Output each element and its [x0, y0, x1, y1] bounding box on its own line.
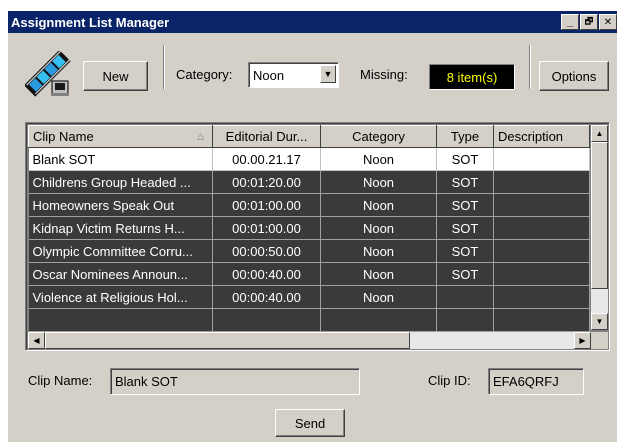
table-cell-duration: 00:00:40.00: [212, 262, 321, 286]
film-strip-icon: [23, 49, 71, 97]
table-cell-category: Noon: [320, 147, 437, 171]
sort-ascending-icon: △: [197, 131, 204, 141]
empty-cell: [493, 308, 590, 332]
table-cell-type: [436, 285, 494, 309]
clip-name-value: Blank SOT: [115, 374, 178, 389]
window-title: Assignment List Manager: [11, 14, 170, 30]
table-cell-description: [493, 147, 590, 171]
table-row[interactable]: Homeowners Speak Out 00:01:00.00 Noon SOT: [28, 193, 590, 217]
table-cell-duration: 00:00:40.00: [212, 285, 321, 309]
scroll-left-icon[interactable]: ◀: [28, 332, 45, 349]
clip-name-field[interactable]: Blank SOT: [110, 368, 360, 395]
table-row[interactable]: Oscar Nominees Announ... 00:00:40.00 Noon S…: [28, 262, 590, 286]
table-cell-name: Olympic Committee Corru...: [28, 239, 213, 263]
table-cell-type: SOT: [436, 239, 494, 263]
table-cell-type: SOT: [436, 216, 494, 240]
toolbar-separator: [163, 45, 165, 89]
category-dropdown[interactable]: Noon ▼: [248, 62, 339, 88]
column-header-editorial-duration[interactable]: Editorial Dur...: [212, 125, 321, 148]
table-cell-description: [493, 193, 590, 217]
dropdown-arrow-icon[interactable]: ▼: [320, 65, 336, 83]
table-cell-description: [493, 239, 590, 263]
category-dropdown-value: Noon: [253, 68, 285, 83]
table-row[interactable]: Kidnap Victim Returns H... 00:01:00.00 Noo…: [28, 216, 590, 240]
empty-cell: [436, 308, 494, 332]
horizontal-scroll-thumb[interactable]: [45, 332, 410, 349]
category-label: Category:: [176, 67, 233, 82]
clip-id-label: Clip ID:: [428, 373, 471, 388]
missing-label: Missing:: [360, 67, 408, 82]
new-button[interactable]: New: [83, 61, 148, 91]
table-cell-category: Noon: [320, 239, 437, 263]
table-cell-duration: 00:01:20.00: [212, 170, 321, 194]
empty-row: [28, 308, 590, 332]
table-row[interactable]: Olympic Committee Corru... 00:00:50.00 Noo…: [28, 239, 590, 263]
table-row[interactable]: Blank SOT 00.00.21.17 Noon SOT: [28, 147, 590, 171]
table-cell-duration: 00:00:50.00: [212, 239, 321, 263]
vertical-scrollbar[interactable]: ▲ ▼: [591, 125, 608, 330]
table-cell-type: SOT: [436, 170, 494, 194]
header-row: Clip Name △ Editorial Dur... Category Ty…: [28, 125, 590, 148]
empty-cell: [28, 308, 213, 332]
column-header-description[interactable]: Description: [493, 125, 590, 148]
column-header-category[interactable]: Category: [320, 125, 437, 148]
missing-count-display: 8 item(s): [429, 64, 515, 90]
table-cell-description: [493, 216, 590, 240]
options-button[interactable]: Options: [539, 61, 609, 91]
empty-cell: [320, 308, 437, 332]
scroll-right-icon[interactable]: ▶: [574, 332, 591, 349]
scroll-up-icon[interactable]: ▲: [591, 125, 608, 142]
column-header-type[interactable]: Type: [436, 125, 494, 148]
table-cell-name: Homeowners Speak Out: [28, 193, 213, 217]
horizontal-scrollbar[interactable]: ◀ ▶: [28, 332, 591, 349]
column-header-clip-name[interactable]: Clip Name △: [28, 125, 213, 148]
table-cell-type: SOT: [436, 262, 494, 286]
maximize-button[interactable]: 🗗: [580, 14, 598, 30]
table-cell-name: Blank SOT: [28, 147, 213, 171]
clip-table: Clip Name △ Editorial Dur... Category Ty…: [28, 125, 590, 332]
clip-list-grid[interactable]: Clip Name △ Editorial Dur... Category Ty…: [25, 122, 610, 351]
window-controls: _ 🗗 ✕: [560, 14, 617, 30]
toolbar-separator-2: [529, 45, 531, 89]
table-cell-duration: 00.00.21.17: [212, 147, 321, 171]
table-cell-name: Oscar Nominees Announ...: [28, 262, 213, 286]
table-cell-duration: 00:01:00.00: [212, 216, 321, 240]
table-cell-category: Noon: [320, 193, 437, 217]
table-cell-description: [493, 262, 590, 286]
table-cell-type: SOT: [436, 147, 494, 171]
scrollbar-corner: [591, 332, 608, 349]
table-cell-name: Childrens Group Headed ...: [28, 170, 213, 194]
table-row[interactable]: Violence at Religious Hol... 00:00:40.00 N…: [28, 285, 590, 309]
table-row[interactable]: Childrens Group Headed ... 00:01:20.00 Noo…: [28, 170, 590, 194]
empty-cell: [212, 308, 321, 332]
clip-name-label: Clip Name:: [28, 373, 93, 388]
table-cell-name: Kidnap Victim Returns H...: [28, 216, 213, 240]
assignment-list-manager-window: Assignment List Manager _ 🗗 ✕ New Catego…: [7, 10, 617, 442]
table-cell-category: Noon: [320, 262, 437, 286]
table-cell-category: Noon: [320, 170, 437, 194]
scroll-down-icon[interactable]: ▼: [591, 313, 608, 330]
table-cell-description: [493, 170, 590, 194]
table-cell-category: Noon: [320, 285, 437, 309]
close-button[interactable]: ✕: [599, 14, 617, 30]
table-cell-type: SOT: [436, 193, 494, 217]
table-cell-duration: 00:01:00.00: [212, 193, 321, 217]
table-cell-name: Violence at Religious Hol...: [28, 285, 213, 309]
send-button[interactable]: Send: [275, 409, 345, 437]
minimize-button[interactable]: _: [561, 14, 579, 30]
table-cell-description: [493, 285, 590, 309]
title-bar[interactable]: Assignment List Manager _ 🗗 ✕: [8, 11, 617, 33]
vertical-scroll-thumb[interactable]: [591, 142, 608, 289]
clip-id-value: EFA6QRFJ: [493, 374, 559, 389]
table-cell-category: Noon: [320, 216, 437, 240]
clip-id-field[interactable]: EFA6QRFJ: [488, 368, 584, 395]
